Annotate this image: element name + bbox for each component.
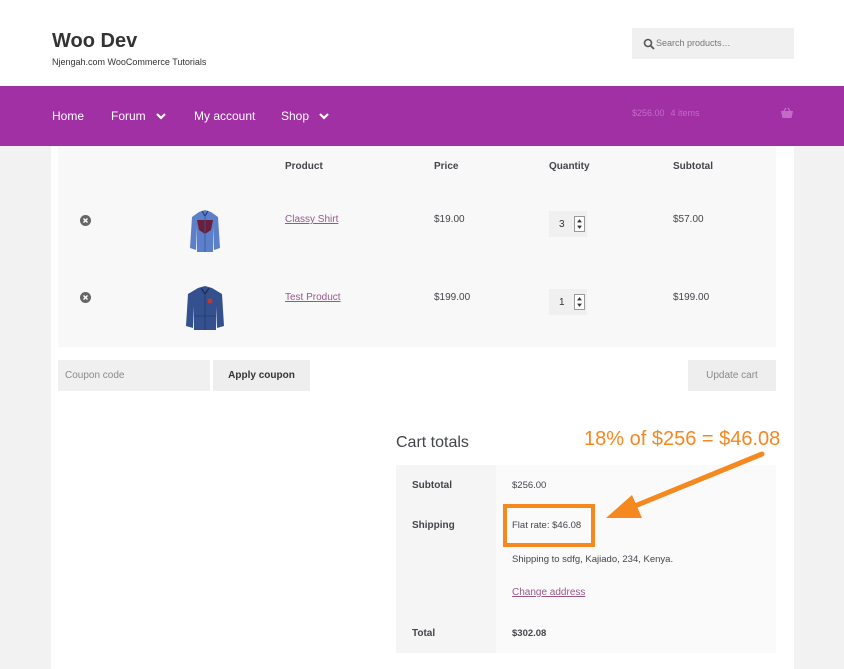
chevron-down-icon [319,113,329,120]
subtotal-label: Subtotal [412,480,452,491]
change-address-link[interactable]: Change address [512,587,585,598]
remove-item-icon[interactable] [80,215,91,226]
subtotal-value: $256.00 [512,480,547,491]
totals-row-total: Total $302.08 [396,614,776,653]
quantity-stepper[interactable]: 3 [549,211,587,237]
product-price: $199.00 [434,292,471,303]
nav-item-label: Forum [111,109,146,123]
quantity-value: 1 [559,297,565,308]
product-thumbnail[interactable] [180,206,230,256]
site-title[interactable]: Woo Dev [52,30,137,53]
nav-item-forum[interactable]: Forum [111,109,166,123]
site-header: Woo Dev Njengah.com WooCommerce Tutorial… [0,0,844,86]
basket-icon[interactable] [780,107,794,119]
total-label: Total [412,628,436,639]
product-thumbnail[interactable] [180,284,230,334]
coupon-code-input[interactable] [58,360,210,391]
search-box[interactable] [632,28,794,59]
product-subtotal: $57.00 [673,214,704,225]
nav-item-shop[interactable]: Shop [281,109,329,123]
primary-navigation: Home Forum My account Shop $256.00 4 item… [0,86,844,146]
product-price: $19.00 [434,214,465,225]
nav-item-my-account[interactable]: My account [194,109,255,123]
header-product: Product [285,161,323,172]
cart-table-header: Product Price Quantity Subtotal [58,146,776,193]
spinner-arrows-icon[interactable] [574,294,585,310]
site-description: Njengah.com WooCommerce Tutorials [52,57,207,67]
nav-item-label: My account [194,109,256,123]
remove-item-icon[interactable] [80,292,91,303]
cart-amount: $256.00 [632,108,665,118]
total-value: $302.08 [512,628,547,639]
nav-item-label: Shop [281,109,310,123]
annotation-highlight-box [503,504,595,547]
header-quantity: Quantity [549,161,590,172]
quantity-value: 3 [559,219,565,230]
apply-coupon-button[interactable]: Apply coupon [213,360,310,391]
header-subtotal: Subtotal [673,161,713,172]
header-price: Price [434,161,459,172]
chevron-down-icon [155,113,166,120]
nav-item-home[interactable]: Home [52,109,84,123]
cart-count: 4 items [670,108,700,118]
shipping-destination-text: Shipping to sdfg, Kajiado, 234, Kenya. [512,554,674,565]
table-row: Test Product $199.00 1 $199.00 [58,270,776,347]
product-subtotal: $199.00 [673,292,710,303]
spinner-arrows-icon[interactable] [574,216,585,232]
product-link[interactable]: Classy Shirt [285,214,338,225]
nav-item-label: Home [52,109,85,123]
quantity-stepper[interactable]: 1 [549,289,587,315]
search-input[interactable] [656,34,786,52]
shipping-destination: Shipping to sdfg, Kajiado, 234, Kenya. [512,554,673,565]
main-content: Product Price Quantity Subtotal Classy S… [51,146,794,669]
cart-totals-title: Cart totals [396,434,469,451]
shipping-label: Shipping [412,520,455,531]
header-cart-link[interactable]: $256.00 4 items [632,108,700,118]
update-cart-button[interactable]: Update cart [688,360,776,391]
search-icon [643,38,655,50]
product-link[interactable]: Test Product [285,292,341,303]
annotation-arrow-icon [606,451,765,518]
table-row: Classy Shirt $19.00 3 $57.00 [58,193,776,270]
